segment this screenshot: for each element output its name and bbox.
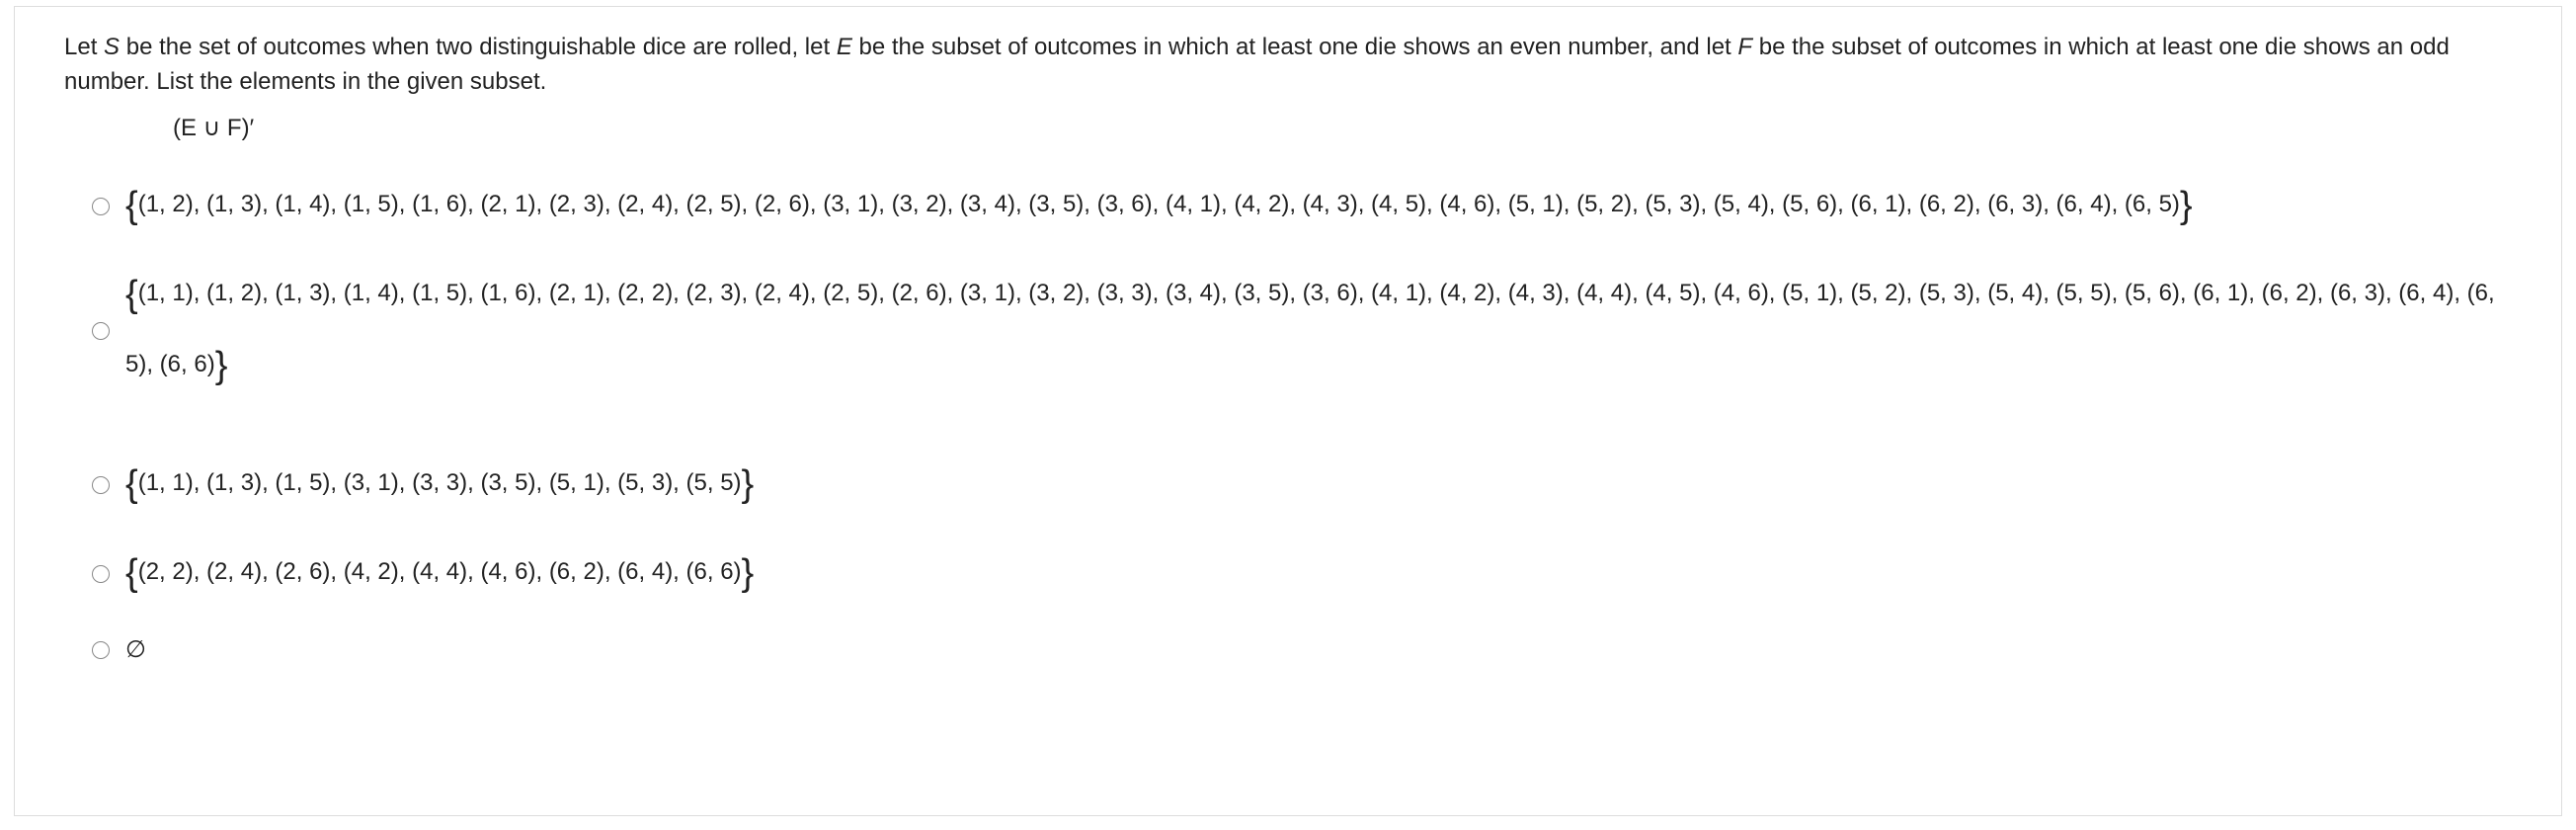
radio-e[interactable] (92, 641, 110, 659)
choice-d-body: (2, 2), (2, 4), (2, 6), (4, 2), (4, 4), … (138, 558, 742, 585)
choice-d[interactable]: {(2, 2), (2, 4), (2, 6), (4, 2), (4, 4),… (92, 538, 2522, 609)
stem-t2: be the set of outcomes when two distingu… (120, 34, 837, 60)
stem-t3: be the subset of outcomes in which at le… (852, 34, 1738, 60)
choice-b-text: {(1, 1), (1, 2), (1, 3), (1, 4), (1, 5),… (125, 259, 2516, 401)
stem-t1: Let (64, 34, 104, 60)
choice-c[interactable]: {(1, 1), (1, 3), (1, 5), (3, 1), (3, 3),… (92, 449, 2522, 520)
radio-c[interactable] (92, 476, 110, 494)
stem-var-e: E (837, 34, 852, 60)
choice-list: {(1, 2), (1, 3), (1, 4), (1, 5), (1, 6),… (64, 170, 2522, 673)
radio-a[interactable] (92, 198, 110, 215)
question-container: { "question": { "line1_pre": "Let ", "va… (14, 6, 2562, 816)
choice-b-body: (1, 1), (1, 2), (1, 3), (1, 4), (1, 5), … (125, 280, 2495, 377)
choice-a-text: {(1, 2), (1, 3), (1, 4), (1, 5), (1, 6),… (125, 170, 2193, 241)
question-stem: Let S be the set of outcomes when two di… (64, 31, 2522, 100)
choice-c-body: (1, 1), (1, 3), (1, 5), (3, 1), (3, 3), … (138, 469, 742, 496)
stem-var-f: F (1737, 34, 1752, 60)
choice-b[interactable]: {(1, 1), (1, 2), (1, 3), (1, 4), (1, 5),… (92, 259, 2522, 401)
choice-c-text: {(1, 1), (1, 3), (1, 5), (3, 1), (3, 3),… (125, 449, 754, 520)
radio-b[interactable] (92, 322, 110, 340)
choice-a[interactable]: {(1, 2), (1, 3), (1, 4), (1, 5), (1, 6),… (92, 170, 2522, 241)
choice-a-body: (1, 2), (1, 3), (1, 4), (1, 5), (1, 6), … (138, 191, 2180, 217)
choice-d-text: {(2, 2), (2, 4), (2, 6), (4, 2), (4, 4),… (125, 538, 754, 609)
radio-d[interactable] (92, 565, 110, 583)
stem-var-s: S (104, 34, 120, 60)
choice-e-text: ∅ (125, 627, 146, 673)
subset-expression: (E ∪ F)′ (173, 114, 2522, 142)
choice-e[interactable]: ∅ (92, 627, 2522, 673)
